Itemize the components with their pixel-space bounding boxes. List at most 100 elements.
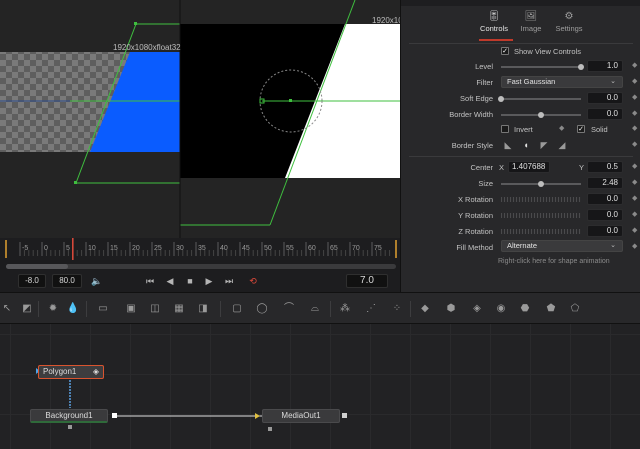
border-style-keyframe-icon[interactable]: ◆: [632, 141, 638, 149]
solid-keyframe-icon[interactable]: ◆: [632, 125, 638, 133]
tool-camera3d-icon[interactable]: ◉: [494, 302, 508, 316]
tool-shape3d-icon[interactable]: ⬣: [518, 302, 532, 316]
soft-edge-slider[interactable]: [501, 98, 581, 100]
tool-renderer3d-icon[interactable]: ⬟: [544, 302, 558, 316]
level-slider[interactable]: [501, 66, 581, 68]
tool-ellipse-mask-icon[interactable]: ◯: [255, 302, 269, 316]
y-rotation-value[interactable]: 0.0: [587, 209, 623, 221]
x-rotation-keyframe-icon[interactable]: ◆: [632, 195, 638, 203]
tool-particle-emitter-icon[interactable]: ⁂: [338, 302, 352, 316]
timeline-scrollbar[interactable]: [6, 264, 396, 269]
center-y-value[interactable]: 0.5: [587, 161, 623, 173]
x-rotation-dial[interactable]: [501, 197, 581, 202]
z-rotation-dial[interactable]: [501, 229, 581, 234]
ruler-tick-label: 0: [44, 245, 48, 252]
audio-speaker-icon[interactable]: 🔈: [90, 274, 104, 288]
tool-particle-system-icon[interactable]: ⁘: [390, 302, 404, 316]
tab-controls[interactable]: 🎚 Controls: [474, 10, 514, 38]
level-slider-knob[interactable]: [578, 64, 584, 70]
chevron-down-icon: ⌄: [610, 78, 616, 85]
border-style-round-icon[interactable]: ◖: [519, 138, 533, 152]
toolbar-separator: [410, 301, 411, 317]
tool-pointer-icon[interactable]: ↖: [0, 302, 14, 316]
tool-text-icon[interactable]: ▦: [172, 302, 186, 316]
level-value[interactable]: 1.0: [587, 60, 623, 72]
y-rotation-keyframe-icon[interactable]: ◆: [632, 211, 638, 219]
border-style-bevel-icon[interactable]: ◤: [537, 138, 551, 152]
shape-animation-hint[interactable]: Right-click here for shape animation: [498, 258, 610, 265]
show-view-controls-checkbox[interactable]: ✓: [501, 47, 509, 55]
play-forward-icon[interactable]: ▶: [202, 274, 216, 288]
y-rotation-dial[interactable]: [501, 213, 581, 218]
tool-image-plane-icon[interactable]: ◆: [418, 302, 432, 316]
fusion-toolbar: ↖ ◩ ✹ 💧 ▭ ▣ ◫ ▦ ◨ ▢ ◯ ⌒ ⌓ ⁂ ⋰ ⁘ ◆ ⬢ ◈ ◉ …: [0, 292, 640, 324]
viewer-panel[interactable]: 1920x1080xfloat32 1920x10: [0, 0, 400, 238]
tool-matte-control-icon[interactable]: ▣: [124, 302, 138, 316]
tool-merge-icon[interactable]: ▭: [96, 302, 110, 316]
z-rotation-keyframe-icon[interactable]: ◆: [632, 227, 638, 235]
tool-mask-icon[interactable]: ◨: [196, 302, 210, 316]
level-keyframe-icon[interactable]: ◆: [632, 62, 638, 70]
play-reverse-icon[interactable]: ◀: [163, 274, 177, 288]
ruler-tick-label: 35: [198, 245, 206, 252]
tool-polygon-mask-icon[interactable]: ⌒: [282, 302, 296, 316]
fill-method-dropdown[interactable]: Alternate ⌄: [501, 240, 623, 252]
soft-edge-label: Soft Edge: [460, 94, 493, 103]
filter-keyframe-icon[interactable]: ◆: [632, 78, 638, 86]
go-to-start-icon[interactable]: ⏮: [143, 274, 157, 288]
node-mediaout[interactable]: MediaOut1: [262, 409, 340, 423]
tab-image[interactable]: 🖼 Image: [511, 10, 551, 38]
time-ruler[interactable]: -5 0 5 10 15 20 25 30 35 40 45 50 55 60 65 70 75: [0, 238, 400, 260]
tab-settings[interactable]: ⚙ Settings: [549, 10, 589, 38]
tool-brightness-contrast-icon[interactable]: ◩: [20, 302, 34, 316]
tool-color-corrector-icon[interactable]: ✹: [46, 302, 60, 316]
border-width-slider-knob[interactable]: [538, 112, 544, 118]
tool-merge3d-icon[interactable]: ⬢: [444, 302, 458, 316]
global-end-field[interactable]: 80.0: [52, 274, 82, 288]
center-x-label: X: [499, 163, 505, 172]
tab-settings-label: Settings: [555, 24, 583, 33]
invert-keyframe-icon[interactable]: ◆: [559, 125, 565, 133]
tool-blur-icon[interactable]: 💧: [66, 302, 80, 316]
loop-icon[interactable]: ⟲: [246, 274, 260, 288]
filter-dropdown[interactable]: Fast Gaussian ⌄: [501, 76, 623, 88]
transport-bar: -8.0 80.0 🔈 ⏮ ◀ ■ ▶ ⏭ ⟲ 7.0: [0, 270, 400, 292]
border-style-miter-icon[interactable]: ◣: [501, 138, 515, 152]
tool-channel-booleans-icon[interactable]: ◫: [148, 302, 162, 316]
go-to-end-icon[interactable]: ⏭: [222, 274, 236, 288]
size-slider-knob[interactable]: [538, 181, 544, 187]
soft-edge-keyframe-icon[interactable]: ◆: [632, 94, 638, 102]
border-width-keyframe-icon[interactable]: ◆: [632, 110, 638, 118]
z-rotation-value[interactable]: 0.0: [587, 225, 623, 237]
soft-edge-slider-knob[interactable]: [498, 96, 504, 102]
border-width-value[interactable]: 0.0: [587, 108, 623, 120]
tool-particle-render-icon[interactable]: ⋰: [364, 302, 378, 316]
node-polygon[interactable]: Polygon1 ◈: [38, 365, 104, 379]
node-polygon-mask-icon: ◈: [92, 367, 99, 376]
global-start-field[interactable]: -8.0: [18, 274, 46, 288]
viewer-canvas[interactable]: [0, 0, 400, 238]
node-background[interactable]: Background1: [30, 409, 108, 423]
size-value[interactable]: 2.48: [587, 177, 623, 189]
x-rotation-value[interactable]: 0.0: [587, 193, 623, 205]
invert-checkbox[interactable]: [501, 125, 509, 133]
size-keyframe-icon[interactable]: ◆: [632, 179, 638, 187]
solid-checkbox[interactable]: ✓: [577, 125, 585, 133]
ruler-tick-label: -5: [22, 245, 28, 252]
x-rotation-label: X Rotation: [457, 195, 493, 204]
tool-bspline-mask-icon[interactable]: ⌓: [308, 302, 322, 316]
tool-rectangle-mask-icon[interactable]: ▢: [230, 302, 244, 316]
tool-spotlight-icon[interactable]: ⬠: [568, 302, 582, 316]
border-style-join-icon[interactable]: ◢: [555, 138, 569, 152]
ruler-tick-label: 65: [330, 245, 338, 252]
timeline-scroll-thumb[interactable]: [6, 264, 69, 269]
stop-icon[interactable]: ■: [183, 274, 197, 288]
soft-edge-value[interactable]: 0.0: [587, 92, 623, 104]
center-x-value[interactable]: 1.407688: [508, 161, 550, 173]
fill-method-keyframe-icon[interactable]: ◆: [632, 243, 638, 251]
current-frame-field[interactable]: 7.0: [346, 274, 388, 288]
y-rotation-label: Y Rotation: [458, 211, 493, 220]
node-editor[interactable]: Polygon1 ◈ Background1 MediaOut1: [0, 324, 640, 449]
center-keyframe-icon[interactable]: ◆: [632, 163, 638, 171]
tool-text3d-icon[interactable]: ◈: [470, 302, 484, 316]
